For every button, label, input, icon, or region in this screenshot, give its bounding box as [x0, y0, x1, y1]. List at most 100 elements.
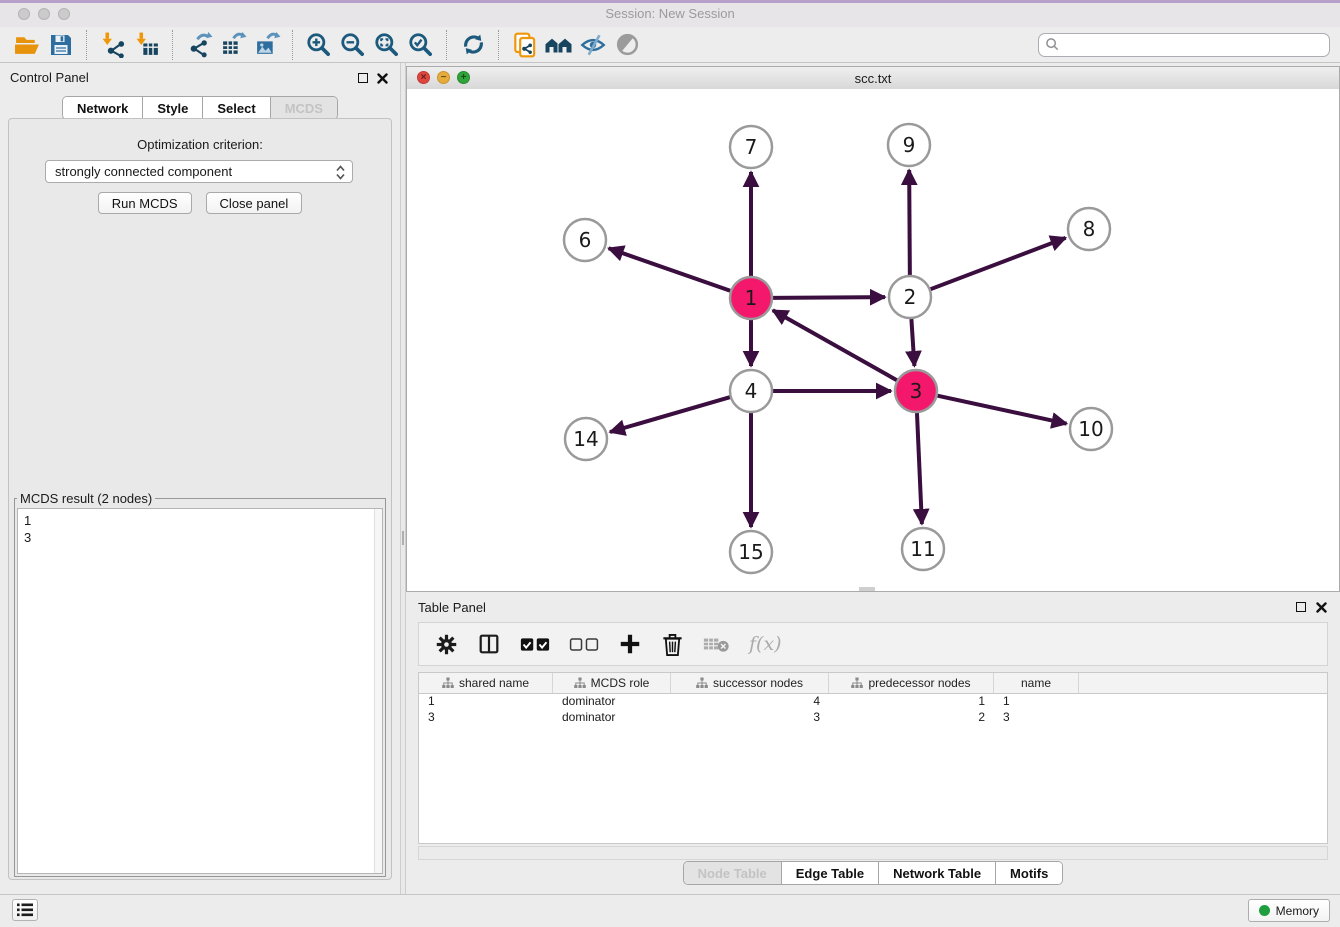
select-all-checks-icon[interactable]	[520, 636, 550, 653]
graph-node-label: 15	[738, 540, 763, 564]
mcds-result-text: 1 3	[24, 512, 382, 546]
birdseye-view-button[interactable]	[610, 30, 644, 60]
network-canvas[interactable]: 7 9 6 8 1 2 4 3 14 10 15 11	[407, 89, 1339, 591]
graph-node-3[interactable]: 3	[895, 370, 937, 412]
refresh-layout-button[interactable]	[456, 30, 490, 60]
eye-slash-icon	[579, 31, 607, 59]
zoom-in-icon	[305, 31, 333, 59]
table-panel-float-button[interactable]	[1296, 602, 1306, 612]
save-disk-icon	[48, 32, 74, 58]
zoom-fit-button[interactable]	[370, 30, 404, 60]
tab-motifs[interactable]: Motifs	[995, 862, 1062, 884]
graph-node-7[interactable]: 7	[730, 126, 772, 168]
table-row[interactable]: 3dominator323	[419, 710, 1327, 726]
tab-network-table[interactable]: Network Table	[878, 862, 995, 884]
search-field[interactable]	[1038, 33, 1330, 57]
window-title: Session: New Session	[0, 6, 1340, 21]
hide-graphics-details-button[interactable]	[576, 30, 610, 60]
canvas-splitter-grip[interactable]	[859, 587, 875, 591]
delete-column-icon[interactable]	[661, 632, 684, 657]
control-panel-header: Control Panel	[0, 66, 400, 92]
network-window-titlebar[interactable]: × − + scc.txt	[407, 67, 1339, 90]
close-panel-button[interactable]: Close panel	[206, 192, 303, 214]
mcds-result-textarea[interactable]: 1 3	[17, 508, 383, 874]
graph-node-2[interactable]: 2	[889, 276, 931, 318]
run-mcds-button[interactable]: Run MCDS	[98, 192, 192, 214]
control-panel-float-button[interactable]	[358, 73, 368, 83]
save-session-button[interactable]	[44, 30, 78, 60]
graph-node-10[interactable]: 10	[1070, 408, 1112, 450]
graph-node-14[interactable]: 14	[565, 418, 607, 460]
function-builder-button[interactable]: f(x)	[749, 633, 782, 655]
graph-edge-2-9[interactable]	[909, 170, 910, 275]
tab-style[interactable]: Style	[142, 97, 202, 119]
column-header-shared-name[interactable]: shared name	[419, 673, 553, 693]
graph-edge-4-14[interactable]	[610, 397, 730, 432]
export-network-button[interactable]	[182, 30, 216, 60]
graph-node-15[interactable]: 15	[730, 531, 772, 573]
graph-node-label: 7	[745, 135, 758, 159]
clone-network-icon	[511, 31, 539, 59]
column-header-name[interactable]: name	[994, 673, 1079, 693]
column-header-predecessor-nodes[interactable]: predecessor nodes	[829, 673, 994, 693]
show-columns-icon[interactable]	[477, 632, 501, 656]
table-panel-title: Table Panel	[418, 600, 486, 615]
import-table-button[interactable]	[130, 30, 164, 60]
node-table-body: 1dominator4113dominator323	[419, 694, 1327, 726]
table-horizontal-scrollbar[interactable]	[418, 846, 1328, 860]
add-column-icon[interactable]	[618, 632, 642, 656]
tab-mcds[interactable]: MCDS	[270, 97, 337, 119]
import-network-button[interactable]	[96, 30, 130, 60]
zoom-in-button[interactable]	[302, 30, 336, 60]
graph-edge-1-2[interactable]	[773, 297, 885, 298]
column-type-icon	[851, 677, 863, 689]
graph-node-9[interactable]: 9	[888, 124, 930, 166]
column-header-successor-nodes[interactable]: successor nodes	[671, 673, 829, 693]
tab-edge-table[interactable]: Edge Table	[781, 862, 878, 884]
export-table-button[interactable]	[216, 30, 250, 60]
graph-node-4[interactable]: 4	[730, 370, 772, 412]
table-panel-close-button[interactable]	[1316, 602, 1327, 613]
column-header-MCDS-role[interactable]: MCDS role	[553, 673, 671, 693]
deselect-all-checks-icon[interactable]	[569, 636, 599, 653]
graph-node-label: 9	[903, 133, 916, 157]
graph-edge-3-11[interactable]	[917, 413, 922, 524]
tab-network[interactable]: Network	[63, 97, 142, 119]
search-icon	[1045, 37, 1060, 52]
table-row[interactable]: 1dominator411	[419, 694, 1327, 710]
search-input[interactable]	[1064, 37, 1323, 53]
zoom-out-button[interactable]	[336, 30, 370, 60]
zoom-selected-button[interactable]	[404, 30, 438, 60]
welcome-screen-button[interactable]	[542, 30, 576, 60]
criterion-select[interactable]: strongly connected component	[45, 160, 353, 183]
delete-table-icon[interactable]	[703, 635, 730, 653]
graph-edge-2-3[interactable]	[911, 319, 914, 366]
graph-node-11[interactable]: 11	[902, 528, 944, 570]
graph-node-label: 14	[573, 427, 598, 451]
table-toolbar: f(x)	[418, 622, 1328, 666]
table-cell: 1	[994, 694, 1079, 710]
memory-status-dot	[1259, 905, 1270, 916]
graph-edge-3-10[interactable]	[937, 396, 1066, 424]
mcds-result-scrollbar[interactable]	[374, 509, 382, 873]
clone-network-button[interactable]	[508, 30, 542, 60]
open-session-button[interactable]	[10, 30, 44, 60]
toolbar-separator	[172, 30, 174, 60]
titlebar-accent	[0, 0, 1340, 3]
graph-node-6[interactable]: 6	[564, 219, 606, 261]
toolbar-separator	[446, 30, 448, 60]
graph-edge-1-6[interactable]	[609, 248, 731, 290]
tab-node-table[interactable]: Node Table	[684, 862, 781, 884]
control-panel-close-button[interactable]	[377, 73, 388, 84]
graph-node-1[interactable]: 1	[730, 277, 772, 319]
graph-node-label: 6	[579, 228, 592, 252]
export-image-icon	[254, 31, 281, 58]
export-image-button[interactable]	[250, 30, 284, 60]
tab-select[interactable]: Select	[202, 97, 269, 119]
memory-button[interactable]: Memory	[1248, 899, 1330, 922]
settings-gear-icon[interactable]	[435, 633, 458, 656]
graph-edge-3-1[interactable]	[773, 310, 897, 380]
graph-node-8[interactable]: 8	[1068, 208, 1110, 250]
graph-edge-2-8[interactable]	[931, 238, 1066, 289]
task-history-button[interactable]	[12, 899, 38, 921]
